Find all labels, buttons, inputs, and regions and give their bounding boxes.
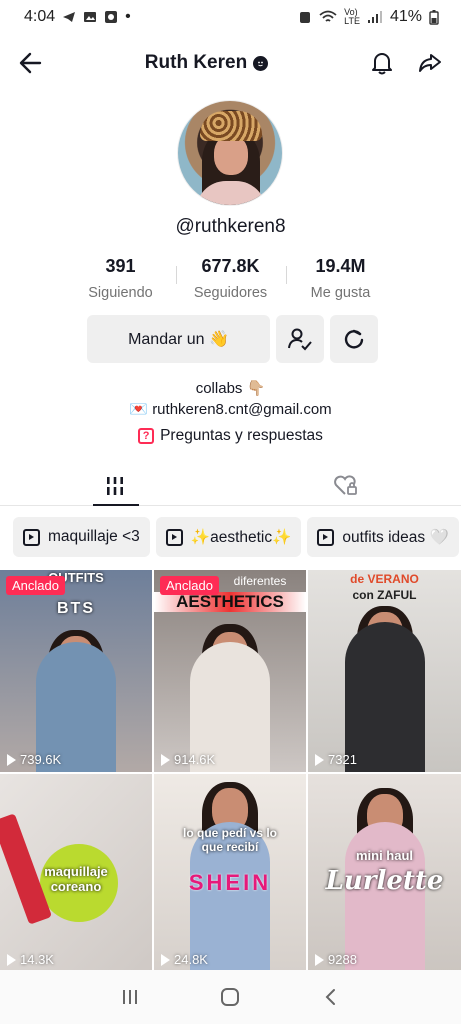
back-nav-icon[interactable] xyxy=(321,987,341,1007)
play-icon xyxy=(315,953,324,966)
status-time: 4:04 xyxy=(24,8,56,25)
video-caption-sub: con ZAFUL xyxy=(352,588,417,602)
pinned-badge: Anclado xyxy=(6,576,65,595)
wifi-icon xyxy=(319,10,337,22)
view-count: 914.6K xyxy=(161,752,215,767)
home-icon[interactable] xyxy=(219,986,241,1008)
playlist-row: maquillaje <3 ✨aesthetic✨ outfits ideas … xyxy=(13,517,461,557)
profile-bio: collabs 👇🏼 💌 ruthkeren8.cnt@gmail.com xyxy=(0,378,461,420)
video-thumbnail[interactable]: maquillaje coreano 14.3K xyxy=(0,774,152,972)
playlist-chip[interactable]: maquillaje <3 xyxy=(13,517,150,557)
view-count-value: 24.8K xyxy=(174,952,208,967)
profile-handle: @ruthkeren8 xyxy=(175,216,286,237)
playlist-icon xyxy=(317,528,335,546)
video-thumbnail[interactable]: OUTFITS BTS Anclado 739.6K xyxy=(0,570,152,772)
dot-icon: • xyxy=(125,8,131,25)
qa-label: Preguntas y respuestas xyxy=(160,427,323,444)
arrow-left-icon[interactable] xyxy=(18,50,44,76)
stat-followers[interactable]: 677.8K Seguidores xyxy=(175,256,286,301)
message-button[interactable]: Mandar un 👋 xyxy=(87,315,270,363)
view-count-value: 914.6K xyxy=(174,752,216,767)
video-caption: maquillaje coreano xyxy=(44,864,108,894)
avatar[interactable] xyxy=(177,100,283,206)
video-grid: OUTFITS BTS Anclado 739.6K diferentes AE… xyxy=(0,570,461,972)
video-thumbnail[interactable]: diferentes AESTHETICS Anclado 914.6K xyxy=(154,570,306,772)
share-icon[interactable] xyxy=(417,50,443,76)
playlist-icon xyxy=(23,528,40,546)
qa-link[interactable]: ? Preguntas y respuestas xyxy=(0,427,461,445)
play-icon xyxy=(161,753,170,766)
battery-icon xyxy=(429,9,439,25)
video-caption-sub: BTS xyxy=(57,600,95,617)
play-icon xyxy=(7,953,16,966)
page-title: Ruth Keren xyxy=(144,52,269,74)
following-button[interactable] xyxy=(276,315,324,363)
video-caption: de VERANO xyxy=(350,572,419,586)
gallery-icon xyxy=(84,12,97,22)
stat-followers-value: 677.8K xyxy=(201,256,260,276)
view-count: 9288 xyxy=(315,952,357,967)
user-check-icon xyxy=(288,328,312,351)
refresh-button[interactable] xyxy=(330,315,378,363)
view-count: 14.3K xyxy=(7,952,54,967)
profile-name: Ruth Keren xyxy=(144,52,248,73)
view-count-value: 7321 xyxy=(328,752,357,767)
profile-tabs xyxy=(0,466,461,506)
video-thumbnail[interactable]: lo que pedí vs lo que recibí SHEIN 24.8K xyxy=(154,774,306,972)
video-caption-sub: Lurlette xyxy=(325,866,444,896)
tab-liked[interactable] xyxy=(231,466,461,505)
badge-icon xyxy=(253,55,269,71)
recent-apps-icon[interactable] xyxy=(120,988,140,1006)
playlist-label: maquillaje <3 xyxy=(48,528,140,545)
play-icon xyxy=(161,953,170,966)
view-count: 24.8K xyxy=(161,952,208,967)
bell-icon[interactable] xyxy=(369,50,395,76)
video-caption-sub: SHEIN xyxy=(188,870,272,895)
playlist-chip[interactable]: ✨aesthetic✨ xyxy=(155,517,302,557)
volte-icon: Vo) LTE xyxy=(344,7,360,26)
stat-likes[interactable]: 19.4M Me gusta xyxy=(285,256,396,301)
playlist-icon xyxy=(165,528,183,546)
pinned-badge: Anclado xyxy=(160,576,219,595)
system-nav-bar xyxy=(0,970,461,1024)
stat-likes-label: Me gusta xyxy=(310,285,371,301)
stat-following-label: Siguiendo xyxy=(88,285,153,301)
playlist-label: ✨aesthetic✨ xyxy=(190,528,292,546)
instagram-icon xyxy=(105,11,118,23)
bio-email: 💌 ruthkeren8.cnt@gmail.com xyxy=(129,401,332,418)
view-count: 739.6K xyxy=(7,752,61,767)
alarm-icon xyxy=(300,12,311,23)
status-bar: 4:04 • Vo) LTE 41% xyxy=(0,0,461,34)
signal-icon xyxy=(367,11,382,23)
view-count-value: 9288 xyxy=(328,952,357,967)
profile-header: Ruth Keren xyxy=(0,40,461,86)
profile-stats: 391 Siguiendo 677.8K Seguidores 19.4M Me… xyxy=(0,256,461,301)
video-thumbnail[interactable]: mini haul Lurlette 9288 xyxy=(308,774,461,972)
heart-lock-icon xyxy=(333,474,357,495)
view-count-value: 14.3K xyxy=(20,952,54,967)
playlist-label: outfits ideas 🤍 xyxy=(342,528,449,546)
stat-following-value: 391 xyxy=(105,256,136,276)
view-count-value: 739.6K xyxy=(20,752,62,767)
playlist-chip[interactable]: outfits ideas 🤍 xyxy=(307,517,459,557)
view-count: 7321 xyxy=(315,752,357,767)
grid-icon xyxy=(107,476,124,495)
profile-actions: Mandar un 👋 xyxy=(87,315,378,363)
tab-videos[interactable] xyxy=(0,466,231,506)
play-icon xyxy=(315,753,324,766)
stat-followers-label: Seguidores xyxy=(193,285,268,301)
video-caption: mini haul xyxy=(355,848,414,863)
stat-likes-value: 19.4M xyxy=(315,256,366,276)
video-caption-sub: AESTHETICS xyxy=(154,592,306,612)
play-icon xyxy=(7,753,16,766)
question-icon: ? xyxy=(138,428,155,444)
refresh-icon xyxy=(344,329,364,349)
video-caption: lo que pedí vs lo que recibí xyxy=(182,826,277,854)
stat-following[interactable]: 391 Siguiendo xyxy=(66,256,176,301)
battery-percent: 41% xyxy=(389,8,422,25)
telegram-icon xyxy=(63,12,76,22)
bio-line: collabs 👇🏼 xyxy=(195,380,266,397)
video-thumbnail[interactable]: de VERANO con ZAFUL 7321 xyxy=(308,570,461,772)
